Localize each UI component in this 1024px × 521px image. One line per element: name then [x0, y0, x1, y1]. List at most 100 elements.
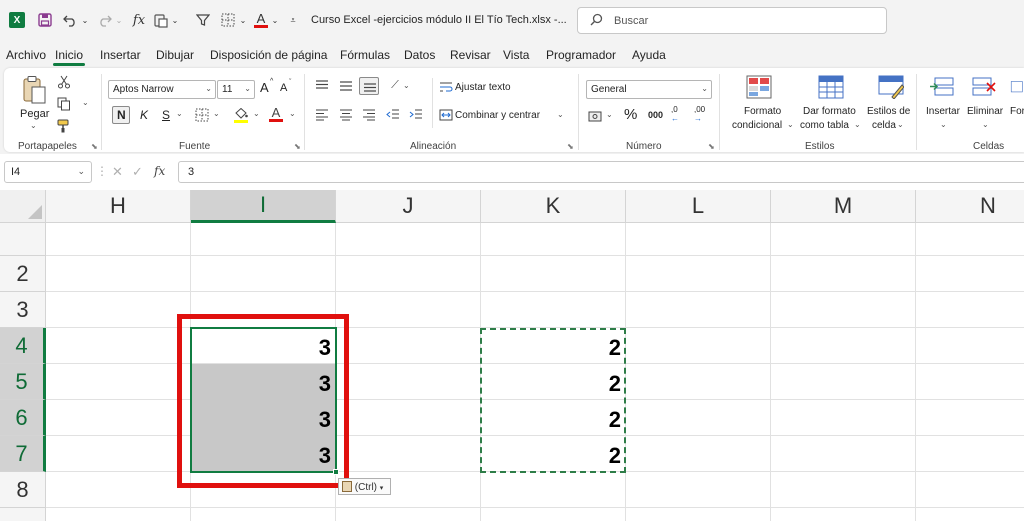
cell-styles-label-2[interactable]: celda: [872, 120, 896, 131]
conditional-format-icon[interactable]: [744, 74, 774, 100]
text-color-dropdown-icon[interactable]: ⌄: [289, 109, 296, 118]
undo-icon[interactable]: [60, 10, 80, 30]
decrease-decimal-button[interactable]: ,00 →: [694, 105, 705, 123]
search-box[interactable]: Buscar: [577, 7, 887, 34]
tab-disposicion-pagina[interactable]: Disposición de página: [210, 48, 327, 62]
paste-dropdown-icon[interactable]: ⌄: [170, 10, 180, 30]
redo-icon[interactable]: [94, 10, 114, 30]
column-header-n[interactable]: N: [916, 190, 1024, 223]
column-header-h[interactable]: H: [46, 190, 191, 223]
confirm-icon[interactable]: ✓: [132, 164, 143, 180]
paste-icon[interactable]: [20, 74, 48, 106]
borders-dropdown-icon[interactable]: ⌄: [238, 10, 248, 30]
format-as-table-label-2[interactable]: como tabla: [800, 120, 849, 131]
cell-styles-icon[interactable]: [876, 74, 906, 100]
filter-icon[interactable]: [193, 10, 213, 30]
clipboard-launcher-icon[interactable]: ⬊: [91, 142, 98, 151]
formula-input[interactable]: 3: [178, 161, 1024, 183]
bold-button[interactable]: N: [112, 106, 130, 124]
cell-styles-label-1[interactable]: Estilos de: [867, 106, 910, 117]
underline-dropdown-icon[interactable]: ⌄: [176, 109, 183, 118]
align-bottom-button[interactable]: [359, 77, 379, 95]
italic-button[interactable]: K: [140, 108, 148, 122]
conditional-format-label-2[interactable]: condicional: [732, 120, 782, 131]
underline-button[interactable]: S: [162, 108, 170, 122]
shrink-font-icon[interactable]: A: [280, 82, 287, 94]
borders-icon[interactable]: [218, 10, 238, 30]
save-icon[interactable]: [35, 10, 55, 30]
column-header-j[interactable]: J: [336, 190, 481, 223]
tab-formulas[interactable]: Fórmulas: [340, 48, 390, 62]
select-all-button[interactable]: [0, 190, 46, 223]
cancel-icon[interactable]: ✕: [112, 164, 123, 180]
font-color-icon[interactable]: A: [252, 10, 270, 30]
cell-borders-icon[interactable]: [194, 107, 210, 123]
merge-center-icon[interactable]: [438, 108, 454, 122]
insert-cells-icon[interactable]: [928, 74, 956, 100]
align-right-icon[interactable]: [361, 108, 377, 122]
number-launcher-icon[interactable]: ⬊: [708, 142, 715, 151]
row-header-2[interactable]: 2: [0, 256, 46, 292]
font-name-combo[interactable]: Aptos Narrow ⌄: [108, 80, 216, 99]
customize-quick-access-icon[interactable]: ⩡: [287, 10, 299, 30]
row-header-partial[interactable]: [0, 223, 46, 256]
alignment-launcher-icon[interactable]: ⬊: [567, 142, 574, 151]
paste-label[interactable]: Pegar: [20, 108, 49, 120]
wrap-text-label[interactable]: Ajustar texto: [455, 82, 511, 93]
format-cells-icon[interactable]: [1010, 74, 1024, 100]
tab-ayuda[interactable]: Ayuda: [632, 48, 666, 62]
row-header-partial-bottom[interactable]: [0, 508, 46, 521]
paste-special-icon[interactable]: [150, 10, 170, 30]
tab-inicio[interactable]: Inicio: [55, 48, 83, 62]
font-color-dropdown-icon[interactable]: ⌄: [270, 10, 280, 30]
number-format-combo[interactable]: General ⌄: [586, 80, 712, 99]
text-color-icon[interactable]: A: [268, 104, 284, 124]
format-cells-label[interactable]: Form: [1010, 106, 1024, 117]
accounting-format-icon[interactable]: [587, 108, 605, 124]
tab-datos[interactable]: Datos: [404, 48, 435, 62]
column-header-l[interactable]: L: [626, 190, 771, 223]
grow-font-icon[interactable]: A: [260, 80, 269, 95]
fill-color-icon[interactable]: [232, 105, 250, 125]
column-header-k[interactable]: K: [481, 190, 626, 223]
paste-dropdown-icon[interactable]: ⌄: [30, 121, 37, 130]
orientation-icon[interactable]: ⟋: [386, 77, 404, 93]
format-painter-icon[interactable]: [56, 118, 72, 134]
orientation-dropdown-icon[interactable]: ⌄: [403, 81, 410, 90]
delete-cells-icon[interactable]: [970, 74, 998, 100]
insert-cells-label[interactable]: Insertar: [926, 106, 960, 117]
increase-decimal-button[interactable]: ,0 ←: [671, 105, 679, 123]
tab-programador[interactable]: Programador: [546, 48, 616, 62]
name-box[interactable]: I4 ⌄: [4, 161, 92, 183]
tab-archivo[interactable]: Archivo: [6, 48, 46, 62]
format-as-table-label-1[interactable]: Dar formato: [803, 106, 856, 117]
font-launcher-icon[interactable]: ⬊: [294, 142, 301, 151]
delete-cells-label[interactable]: Eliminar: [967, 106, 1003, 117]
align-center-icon[interactable]: [338, 108, 354, 122]
font-size-combo[interactable]: 11 ⌄: [217, 80, 255, 99]
conditional-format-label-1[interactable]: Formato: [744, 106, 781, 117]
delete-dropdown-icon[interactable]: ⌄: [982, 120, 989, 129]
cut-icon[interactable]: [56, 74, 72, 90]
conditional-dropdown-icon[interactable]: ⌄: [787, 120, 794, 129]
row-header-8[interactable]: 8: [0, 472, 46, 508]
row-header-3[interactable]: 3: [0, 292, 46, 328]
insert-function-icon[interactable]: fx: [154, 164, 165, 178]
excel-logo-icon[interactable]: X: [9, 12, 25, 28]
redo-dropdown-icon[interactable]: ⌄: [114, 10, 124, 30]
function-icon[interactable]: fx: [130, 10, 148, 30]
undo-dropdown-icon[interactable]: ⌄: [80, 10, 90, 30]
row-header-7[interactable]: 7: [0, 436, 46, 472]
format-as-table-icon[interactable]: [816, 74, 846, 100]
tab-vista[interactable]: Vista: [503, 48, 529, 62]
fill-dropdown-icon[interactable]: ⌄: [253, 109, 260, 118]
tab-revisar[interactable]: Revisar: [450, 48, 491, 62]
wrap-text-icon[interactable]: [438, 80, 454, 94]
align-top-icon[interactable]: [314, 79, 330, 93]
percent-style-button[interactable]: %: [624, 106, 637, 123]
decrease-indent-icon[interactable]: [385, 108, 401, 122]
paste-options-button[interactable]: (Ctrl) ▾: [338, 478, 391, 495]
column-header-m[interactable]: M: [771, 190, 916, 223]
tab-dibujar[interactable]: Dibujar: [156, 48, 194, 62]
merge-dropdown-icon[interactable]: ⌄: [557, 110, 564, 119]
